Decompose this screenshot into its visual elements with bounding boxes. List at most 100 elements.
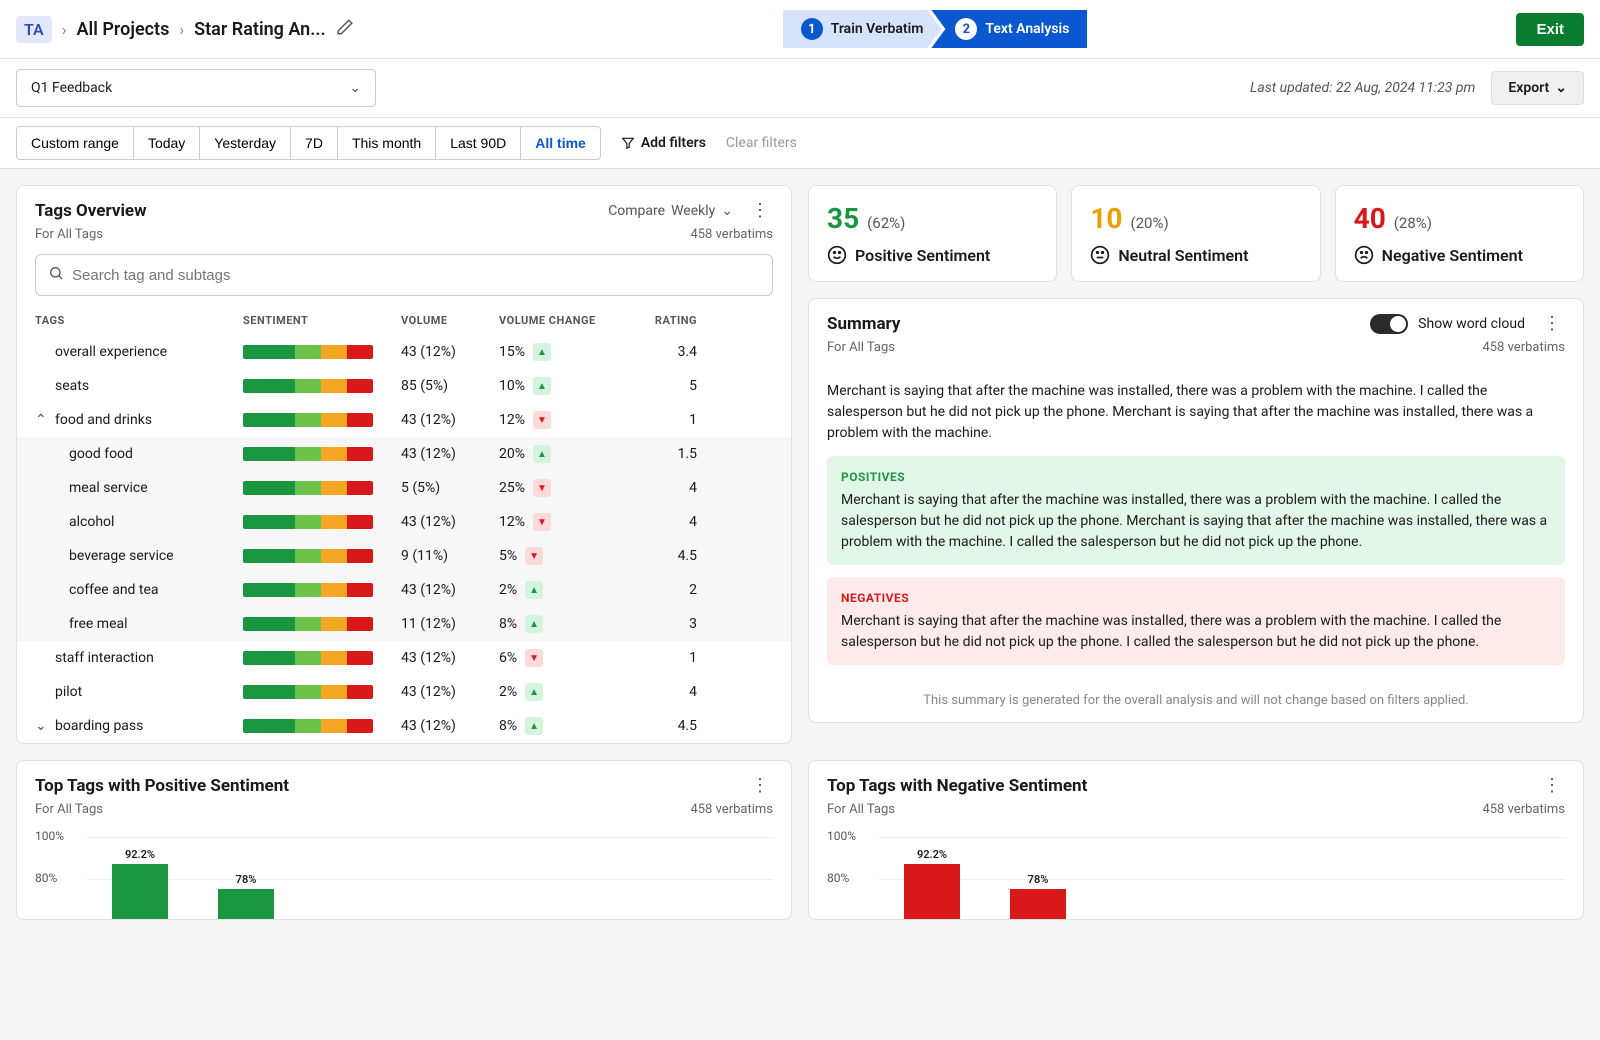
arrow-up-icon: ▲	[533, 343, 551, 361]
tag-name: free meal	[69, 616, 128, 632]
arrow-down-icon: ▼	[533, 411, 551, 429]
arrow-up-icon: ▲	[525, 717, 543, 735]
bar-label: 78%	[1010, 873, 1066, 886]
app-badge[interactable]: TA	[16, 16, 52, 43]
chevron-up-icon[interactable]: ⌃	[35, 412, 49, 428]
compare-value: Weekly	[671, 203, 715, 219]
exit-button[interactable]: Exit	[1516, 13, 1584, 46]
time-filter-all-time[interactable]: All time	[520, 126, 601, 160]
positive-sentiment-card[interactable]: 35 (62%) Positive Sentiment	[808, 185, 1057, 282]
rating-value: 4.5	[627, 718, 697, 734]
table-row[interactable]: beverage service9 (11%)5%▼4.5	[17, 539, 791, 573]
rating-value: 4	[627, 514, 697, 530]
arrow-down-icon: ▼	[533, 479, 551, 497]
volume-value: 43 (12%)	[401, 412, 491, 428]
rating-value: 4	[627, 480, 697, 496]
table-row[interactable]: free meal11 (12%)8%▲3	[17, 607, 791, 641]
table-row[interactable]: ⌃food and drinks43 (12%)12%▼1	[17, 403, 791, 437]
feedback-dropdown[interactable]: Q1 Feedback ⌄	[16, 69, 376, 107]
more-icon[interactable]: ⋮	[747, 200, 773, 221]
chevron-right-icon: ›	[62, 20, 67, 39]
table-row[interactable]: coffee and tea43 (12%)2%▲2	[17, 573, 791, 607]
tag-search-input[interactable]	[72, 267, 760, 284]
y-tick: 80%	[827, 871, 849, 885]
volume-change: 10%▲	[499, 377, 619, 395]
add-filters-button[interactable]: Add filters	[621, 135, 706, 151]
add-filters-label: Add filters	[641, 135, 706, 151]
volume-value: 85 (5%)	[401, 378, 491, 394]
time-filter-custom-range[interactable]: Custom range	[16, 126, 134, 160]
tag-name: boarding pass	[55, 718, 143, 734]
table-row[interactable]: good food43 (12%)20%▲1.5	[17, 437, 791, 471]
more-icon[interactable]: ⋮	[1539, 775, 1565, 796]
chart-bar: 78%	[1010, 889, 1066, 919]
arrow-up-icon: ▲	[525, 615, 543, 633]
rating-value: 4.5	[627, 548, 697, 564]
time-filter-7d[interactable]: 7D	[290, 126, 338, 160]
step-text-analysis[interactable]: 2 Text Analysis	[931, 10, 1087, 48]
y-tick: 100%	[827, 829, 856, 843]
time-filter-yesterday[interactable]: Yesterday	[199, 126, 291, 160]
arrow-up-icon: ▲	[525, 581, 543, 599]
neutral-count: 10	[1090, 202, 1122, 235]
time-filter-last-90d[interactable]: Last 90D	[435, 126, 521, 160]
chart-bar: 92.2%	[112, 864, 168, 919]
table-row[interactable]: meal service5 (5%)25%▼4	[17, 471, 791, 505]
more-icon[interactable]: ⋮	[747, 775, 773, 796]
table-row[interactable]: overall experience43 (12%)15%▲3.4	[17, 335, 791, 369]
stepper: 1 Train Verbatim 2 Text Analysis	[783, 10, 1088, 48]
compare-dropdown[interactable]: Compare Weekly ⌄	[608, 203, 733, 219]
rating-value: 2	[627, 582, 697, 598]
sentiment-bar	[243, 413, 373, 427]
negative-sentiment-card[interactable]: 40 (28%) Negative Sentiment	[1335, 185, 1584, 282]
table-row[interactable]: alcohol43 (12%)12%▼4	[17, 505, 791, 539]
sentiment-bar	[243, 617, 373, 631]
card-title: Tags Overview	[35, 201, 147, 221]
toggle-label: Show word cloud	[1418, 316, 1525, 332]
table-row[interactable]: ⌄boarding pass43 (12%)8%▲4.5	[17, 709, 791, 743]
breadcrumb-projects[interactable]: All Projects	[77, 19, 170, 40]
breadcrumb: TA › All Projects › Star Rating An...	[16, 16, 354, 43]
breadcrumb-current[interactable]: Star Rating An...	[194, 19, 325, 40]
volume-value: 11 (12%)	[401, 616, 491, 632]
step-number: 2	[955, 18, 977, 40]
volume-value: 43 (12%)	[401, 344, 491, 360]
chevron-down-icon[interactable]: ⌄	[35, 718, 49, 734]
more-icon[interactable]: ⋮	[1539, 313, 1565, 334]
step-train-verbatim[interactable]: 1 Train Verbatim	[783, 10, 942, 48]
summary-card: Summary Show word cloud ⋮ For All Tags 4…	[808, 298, 1584, 723]
table-row[interactable]: pilot43 (12%)2%▲4	[17, 675, 791, 709]
table-row[interactable]: staff interaction43 (12%)6%▼1	[17, 641, 791, 675]
verbatim-count: 458 verbatims	[690, 227, 773, 242]
tag-name: food and drinks	[55, 412, 152, 428]
volume-change: 8%▲	[499, 615, 619, 633]
table-row[interactable]: seats85 (5%)10%▲5	[17, 369, 791, 403]
negative-pct: (28%)	[1394, 214, 1432, 232]
negative-count: 40	[1354, 202, 1386, 235]
neutral-sentiment-card[interactable]: 10 (20%) Neutral Sentiment	[1071, 185, 1320, 282]
volume-value: 43 (12%)	[401, 684, 491, 700]
word-cloud-toggle[interactable]	[1370, 314, 1408, 334]
arrow-up-icon: ▲	[525, 683, 543, 701]
chevron-right-icon: ›	[179, 20, 184, 39]
rating-value: 4	[627, 684, 697, 700]
volume-change: 15%▲	[499, 343, 619, 361]
volume-value: 5 (5%)	[401, 480, 491, 496]
sentiment-bar	[243, 447, 373, 461]
volume-change: 2%▲	[499, 683, 619, 701]
tag-search[interactable]	[35, 254, 773, 296]
time-filter-this-month[interactable]: This month	[337, 126, 436, 160]
sentiment-bar	[243, 583, 373, 597]
y-tick: 80%	[35, 871, 57, 885]
chevron-down-icon: ⌄	[349, 80, 361, 96]
rating-value: 1	[627, 412, 697, 428]
col-rating: RATING	[627, 314, 697, 327]
tag-name: beverage service	[69, 548, 174, 564]
volume-change: 5%▼	[499, 547, 619, 565]
arrow-down-icon: ▼	[525, 547, 543, 565]
time-filter-today[interactable]: Today	[133, 126, 200, 160]
positive-count: 35	[827, 202, 859, 235]
edit-icon[interactable]	[336, 18, 354, 40]
clear-filters-button[interactable]: Clear filters	[726, 135, 797, 151]
export-button[interactable]: Export ⌄	[1491, 71, 1584, 105]
